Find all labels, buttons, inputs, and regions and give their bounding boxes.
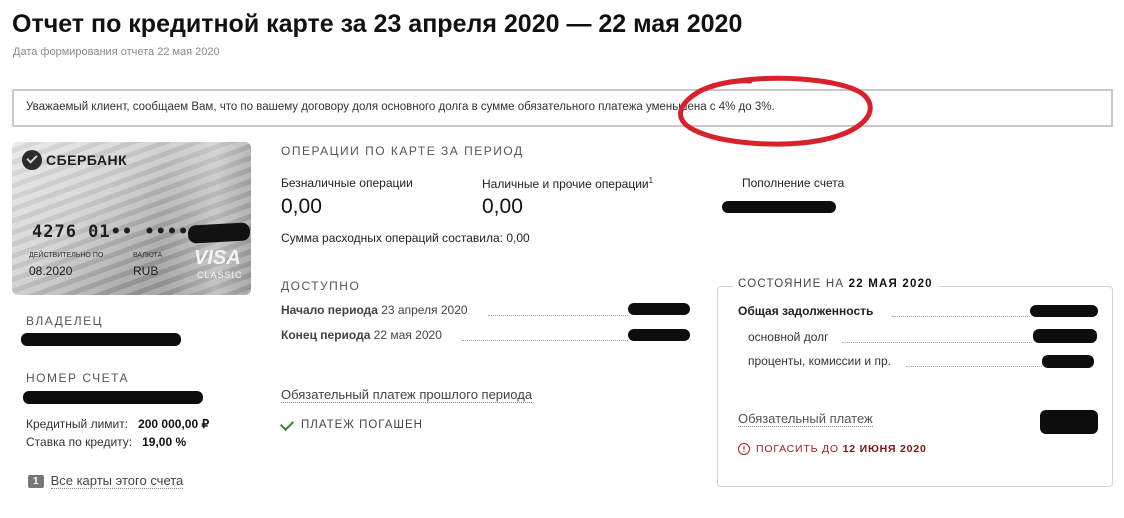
credit-limit-label: Кредитный лимит:: [26, 417, 129, 431]
card-count-badge: 1: [28, 474, 44, 488]
cashless-label: Безналичные операции: [281, 176, 413, 190]
topup-label: Пополнение счета: [742, 176, 845, 190]
dotted-leader: [906, 366, 1042, 367]
cash-footnote: 1: [648, 176, 654, 185]
exclamation-circle-icon: !: [738, 443, 750, 455]
sberbank-logo-icon: [22, 150, 42, 170]
dotted-leader: [842, 342, 1032, 343]
bank-card: СБЕРБАНК 4276 01•• •••• ДЕЙСТВИТЕЛЬНО ПО…: [12, 142, 251, 295]
pay-by-prefix: ПОГАСИТЬ ДО: [756, 443, 839, 455]
mandatory-payment-link[interactable]: Обязательный платеж: [738, 411, 873, 427]
pay-by-notice: ! ПОГАСИТЬ ДО 12 ИЮНЯ 2020: [738, 443, 927, 455]
pay-by-date: 12 ИЮНЯ 2020: [842, 443, 927, 455]
dotted-leader: [462, 340, 628, 341]
visa-logo: VISA: [194, 247, 241, 269]
expense-sum: Сумма расходных операций составила: 0,00: [281, 231, 530, 245]
period-start-redaction: [628, 303, 690, 315]
cash-label: Наличные и прочие операции: [482, 177, 649, 191]
status-title-date: 22 МАЯ 2020: [848, 278, 933, 290]
period-end-date: 22 мая 2020: [373, 328, 442, 342]
rate-row: Ставка по кредиту: 19,00 %: [26, 435, 186, 449]
pay-by-label: ПОГАСИТЬ ДО 12 ИЮНЯ 2020: [756, 443, 927, 455]
bank-logo: СБЕРБАНК: [22, 150, 127, 170]
total-debt-label: Общая задолженность: [738, 304, 874, 318]
card-valid-label: ДЕЙСТВИТЕЛЬНО ПО: [29, 252, 104, 259]
payment-status-label: ПЛАТЕЖ ПОГАШЕН: [301, 419, 423, 431]
credit-limit-row: Кредитный лимит: 200 000,00 ₽: [26, 417, 209, 431]
cash-label-wrap: Наличные и прочие операции1: [482, 176, 653, 191]
all-cards-link[interactable]: 1 Все карты этого счета: [28, 473, 184, 489]
card-valid-value: 08.2020: [29, 264, 73, 278]
credit-limit-value: 200 000,00 ₽: [138, 417, 210, 431]
period-end-row: Конец периода 22 мая 2020: [281, 328, 442, 342]
topup-redaction: [722, 201, 836, 213]
available-title: ДОСТУПНО: [281, 279, 361, 293]
mandatory-payment-redaction: [1040, 410, 1098, 434]
principal-redaction: [1033, 329, 1097, 343]
cashless-value: 0,00: [281, 195, 322, 218]
card-currency-label: ВАЛЮТА: [133, 252, 163, 259]
card-number: 4276 01•• ••••: [32, 222, 190, 242]
period-start-date: 23 апреля 2020: [381, 303, 468, 317]
page-title: Отчет по кредитной карте за 23 апреля 20…: [12, 10, 743, 38]
bank-name: СБЕРБАНК: [46, 152, 128, 168]
redaction-mark: [187, 222, 251, 244]
interest-label: проценты, комиссии и пр.: [748, 354, 891, 368]
status-title: СОСТОЯНИЕ НА 22 МАЯ 2020: [733, 278, 938, 290]
period-start-label: Начало периода: [281, 303, 378, 317]
period-end-label: Конец периода: [281, 328, 371, 342]
all-cards-link-text[interactable]: Все карты этого счета: [50, 473, 184, 489]
owner-label: ВЛАДЕЛЕЦ: [26, 314, 104, 328]
dotted-leader: [488, 315, 628, 316]
owner-redaction: [21, 333, 181, 346]
visa-tier: CLASSIC: [197, 270, 243, 280]
report-date: Дата формирования отчета 22 мая 2020: [13, 46, 220, 58]
status-title-prefix: СОСТОЯНИЕ НА: [738, 278, 845, 290]
total-debt-redaction: [1030, 305, 1098, 317]
account-number-label: НОМЕР СЧЕТА: [26, 371, 130, 385]
interest-redaction: [1042, 355, 1094, 368]
period-start-row: Начало периода 23 апреля 2020: [281, 303, 468, 317]
account-number-redaction: [23, 391, 203, 404]
operations-title: ОПЕРАЦИИ ПО КАРТЕ ЗА ПЕРИОД: [281, 144, 524, 158]
principal-label: основной долг: [748, 330, 829, 344]
rate-value: 19,00 %: [142, 435, 187, 449]
dotted-leader: [892, 316, 1030, 317]
notice-banner: Уважаемый клиент, сообщаем Вам, что по в…: [12, 89, 1113, 127]
period-end-redaction: [628, 329, 690, 341]
card-currency-value: RUB: [133, 264, 159, 278]
notice-text: Уважаемый клиент, сообщаем Вам, что по в…: [26, 101, 775, 113]
payment-status: ПЛАТЕЖ ПОГАШЕН: [279, 416, 423, 431]
check-icon: [279, 416, 295, 431]
prev-payment-link[interactable]: Обязательный платеж прошлого периода: [281, 387, 533, 403]
rate-label: Ставка по кредиту:: [26, 435, 133, 449]
cash-value: 0,00: [482, 195, 523, 218]
